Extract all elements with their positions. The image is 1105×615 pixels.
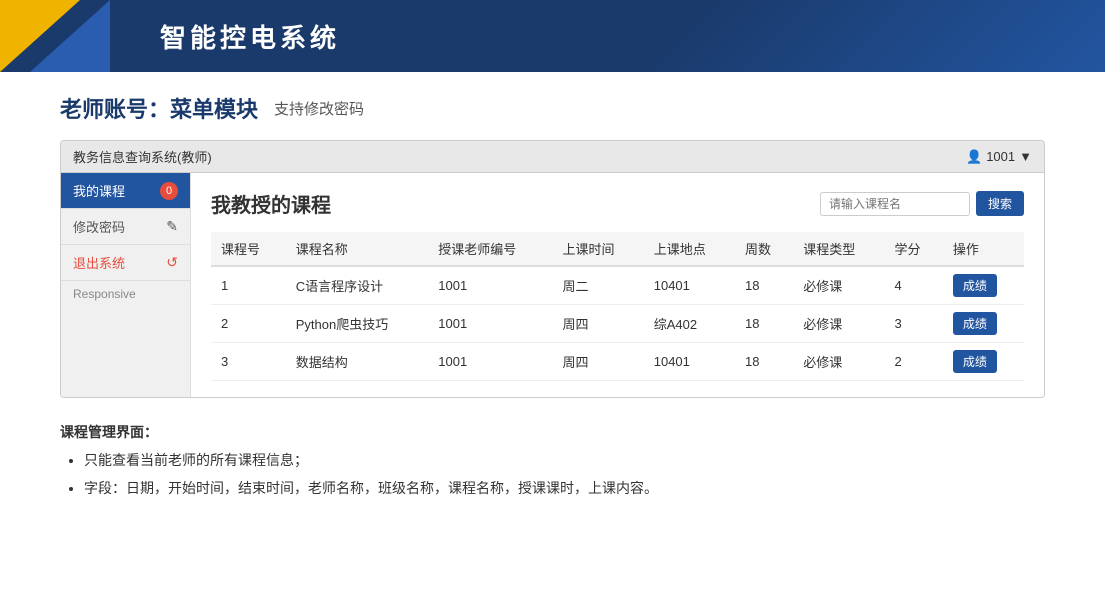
sidebar-my-courses-label: 我的课程 xyxy=(73,181,125,200)
description-section: 课程管理界面： 只能查看当前老师的所有课程信息； 字段：日期，开始时间，结束时间… xyxy=(60,418,1045,502)
cell-action[interactable]: 成绩 xyxy=(943,343,1024,381)
cell-time: 周四 xyxy=(552,343,643,381)
sidebar-change-password-label: 修改密码 xyxy=(73,217,125,236)
sidebar-item-my-courses[interactable]: 我的课程 0 xyxy=(61,173,190,208)
cell-id: 2 xyxy=(211,305,286,343)
logo xyxy=(0,0,145,72)
browser-bar: 教务信息查询系统(教师) 👤 1001 ▼ xyxy=(61,141,1044,173)
action-button[interactable]: 成绩 xyxy=(953,274,997,297)
cell-location: 10401 xyxy=(644,266,735,305)
browser-bar-user[interactable]: 👤 1001 ▼ xyxy=(966,149,1032,165)
desc-item-2: 字段：日期，开始时间，结束时间，老师名称，班级名称，课程名称，授课课时，上课内容… xyxy=(84,474,1045,502)
col-time: 上课时间 xyxy=(552,232,643,266)
col-credits: 学分 xyxy=(885,232,943,266)
cell-action[interactable]: 成绩 xyxy=(943,305,1024,343)
section-title: 老师账号：菜单模块 支持修改密码 xyxy=(60,92,1045,124)
cell-credits: 2 xyxy=(885,343,943,381)
table-row: 2 Python爬虫技巧 1001 周四 综A402 18 必修课 3 成绩 xyxy=(211,305,1024,343)
panel-header: 我教授的课程 搜索 xyxy=(211,189,1024,218)
col-location: 上课地点 xyxy=(644,232,735,266)
section-title-sub: 支持修改密码 xyxy=(274,98,364,119)
cell-name: 数据结构 xyxy=(286,343,429,381)
logo-blue-triangle xyxy=(30,0,110,72)
cell-time: 周四 xyxy=(552,305,643,343)
search-button[interactable]: 搜索 xyxy=(976,191,1024,216)
table-row: 3 数据结构 1001 周四 10401 18 必修课 2 成绩 xyxy=(211,343,1024,381)
cell-weeks: 18 xyxy=(735,266,793,305)
sidebar-item-logout[interactable]: 退出系统 ↺ xyxy=(61,245,190,280)
action-button[interactable]: 成绩 xyxy=(953,312,997,335)
user-icon: 👤 xyxy=(966,149,982,165)
search-area: 搜索 xyxy=(820,191,1024,216)
cell-time: 周二 xyxy=(552,266,643,305)
sidebar: 我的课程 0 修改密码 ✎ 退出系统 ↺ Responsive xyxy=(61,173,191,397)
courses-table: 课程号 课程名称 授课老师编号 上课时间 上课地点 周数 课程类型 学分 操作 xyxy=(211,232,1024,381)
app-header: 智能控电系统 xyxy=(0,0,1105,72)
browser-window: 教务信息查询系统(教师) 👤 1001 ▼ 我的课程 0 修改密码 ✎ xyxy=(60,140,1045,398)
app-content: 我的课程 0 修改密码 ✎ 退出系统 ↺ Responsive xyxy=(61,173,1044,397)
cell-type: 必修课 xyxy=(793,343,884,381)
main-content: 老师账号：菜单模块 支持修改密码 教务信息查询系统(教师) 👤 1001 ▼ 我… xyxy=(0,72,1105,522)
table-header-row: 课程号 课程名称 授课老师编号 上课时间 上课地点 周数 课程类型 学分 操作 xyxy=(211,232,1024,266)
sidebar-logout-label: 退出系统 xyxy=(73,253,125,272)
cell-teacher-id: 1001 xyxy=(428,305,552,343)
panel-title: 我教授的课程 xyxy=(211,189,331,218)
cell-name: Python爬虫技巧 xyxy=(286,305,429,343)
cell-credits: 4 xyxy=(885,266,943,305)
sidebar-badge: 0 xyxy=(160,182,178,200)
cell-type: 必修课 xyxy=(793,266,884,305)
cell-name: C语言程序设计 xyxy=(286,266,429,305)
user-id: 1001 xyxy=(986,149,1015,164)
desc-item-1: 只能查看当前老师的所有课程信息； xyxy=(84,446,1045,474)
logout-icon: ↺ xyxy=(166,254,178,271)
cell-weeks: 18 xyxy=(735,305,793,343)
app-title: 智能控电系统 xyxy=(160,18,340,55)
cell-action[interactable]: 成绩 xyxy=(943,266,1024,305)
cell-id: 3 xyxy=(211,343,286,381)
dropdown-icon: ▼ xyxy=(1019,149,1032,164)
edit-icon: ✎ xyxy=(166,218,178,235)
cell-credits: 3 xyxy=(885,305,943,343)
search-input[interactable] xyxy=(820,192,970,216)
cell-location: 综A402 xyxy=(644,305,735,343)
sidebar-responsive-label: Responsive xyxy=(61,281,190,307)
cell-location: 10401 xyxy=(644,343,735,381)
sidebar-item-change-password[interactable]: 修改密码 ✎ xyxy=(61,209,190,244)
col-type: 课程类型 xyxy=(793,232,884,266)
desc-title: 课程管理界面： xyxy=(60,424,158,440)
cell-teacher-id: 1001 xyxy=(428,343,552,381)
browser-bar-title: 教务信息查询系统(教师) xyxy=(73,147,212,166)
col-id: 课程号 xyxy=(211,232,286,266)
action-button[interactable]: 成绩 xyxy=(953,350,997,373)
section-title-main: 老师账号：菜单模块 xyxy=(60,92,258,124)
col-action: 操作 xyxy=(943,232,1024,266)
col-teacher-id: 授课老师编号 xyxy=(428,232,552,266)
cell-type: 必修课 xyxy=(793,305,884,343)
cell-teacher-id: 1001 xyxy=(428,266,552,305)
col-name: 课程名称 xyxy=(286,232,429,266)
main-panel: 我教授的课程 搜索 课程号 课程名称 授课老师编号 上课时间 上课地点 xyxy=(191,173,1044,397)
cell-weeks: 18 xyxy=(735,343,793,381)
col-weeks: 周数 xyxy=(735,232,793,266)
table-row: 1 C语言程序设计 1001 周二 10401 18 必修课 4 成绩 xyxy=(211,266,1024,305)
desc-list: 只能查看当前老师的所有课程信息； 字段：日期，开始时间，结束时间，老师名称，班级… xyxy=(60,446,1045,502)
cell-id: 1 xyxy=(211,266,286,305)
